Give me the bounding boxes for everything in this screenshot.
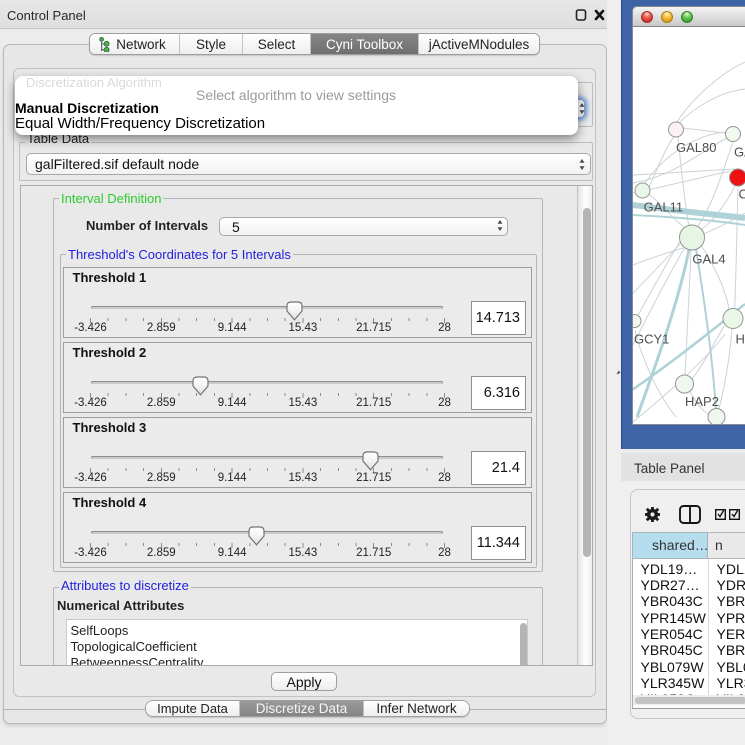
svg-text:GAL11: GAL11 [644, 200, 684, 215]
svg-text:GA: GA [734, 145, 745, 160]
svg-text:C: C [739, 187, 745, 202]
svg-text:HAP2: HAP2 [685, 394, 719, 409]
svg-text:H: H [736, 332, 745, 347]
svg-text:GAL4: GAL4 [692, 252, 725, 267]
svg-text:GAL80: GAL80 [676, 140, 716, 155]
svg-text:GCY1: GCY1 [634, 332, 669, 347]
